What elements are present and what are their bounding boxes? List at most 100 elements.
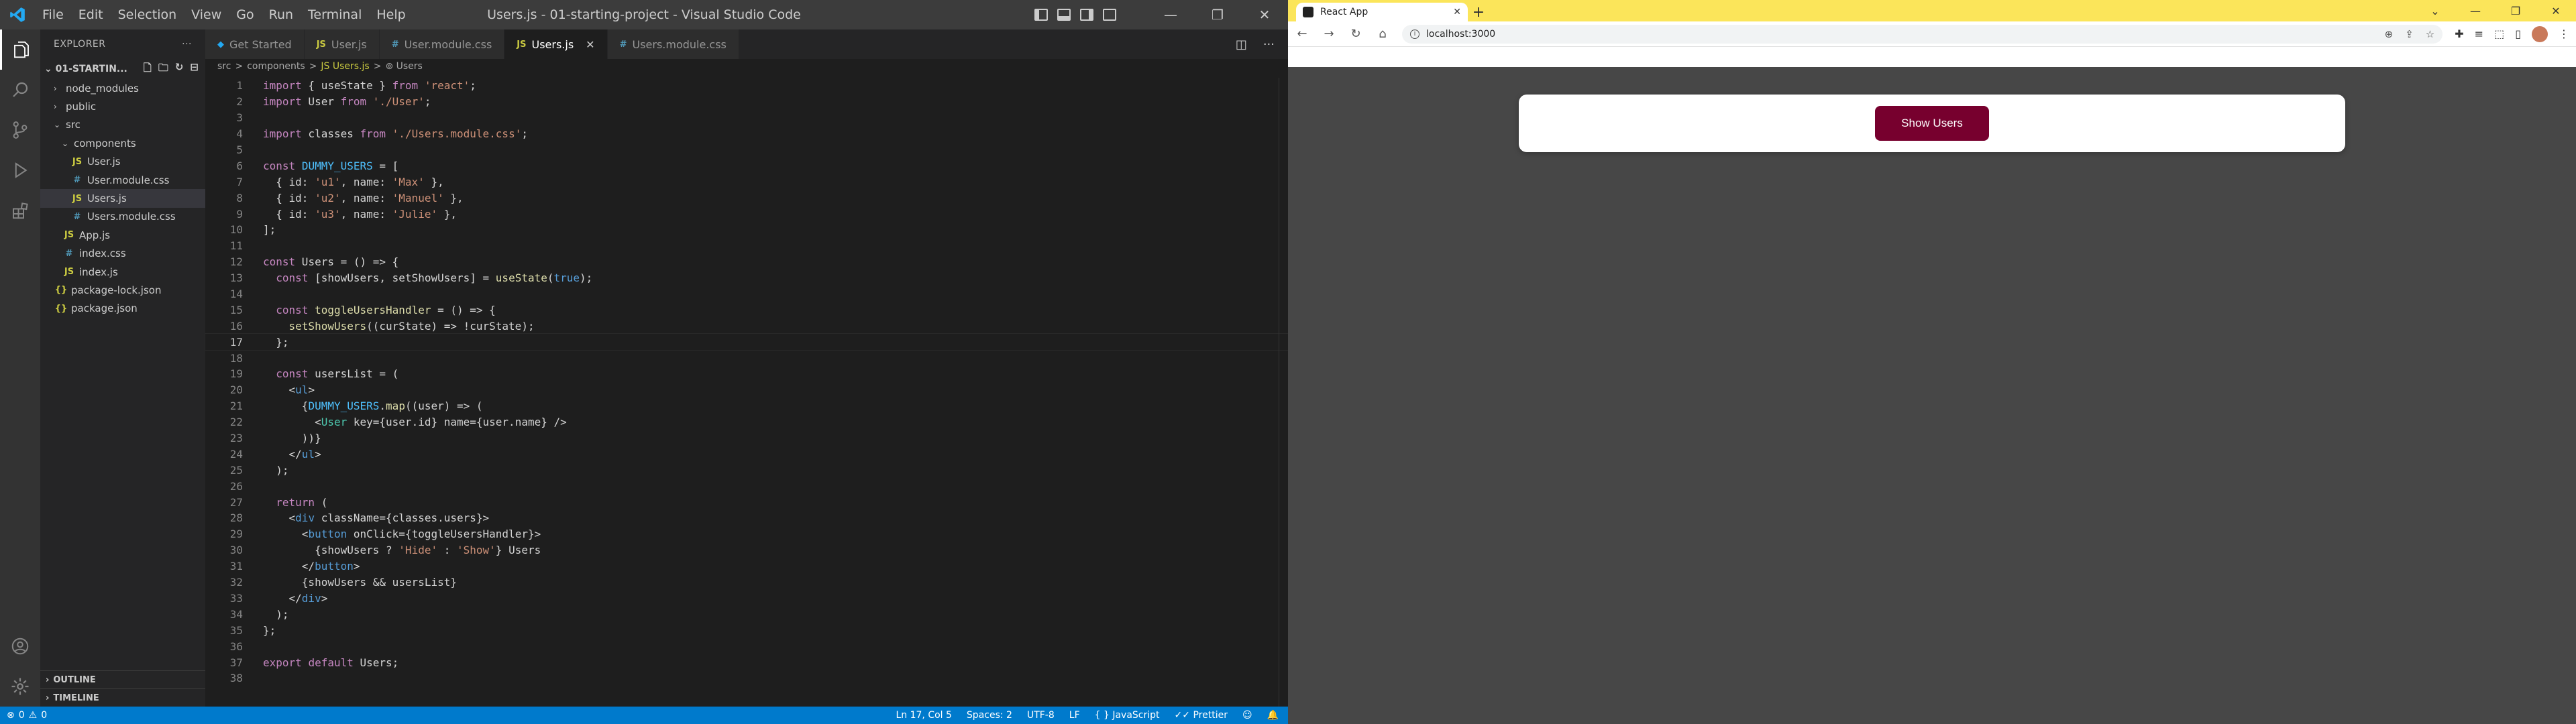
toggle-sidebar-icon[interactable] <box>1034 9 1048 21</box>
code-line[interactable]: 18 <box>205 350 1288 366</box>
close-tab-icon[interactable]: ✕ <box>586 38 594 51</box>
show-users-button[interactable]: Show Users <box>1875 106 1989 141</box>
browser-tab-react-app[interactable]: React App ✕ <box>1296 3 1468 21</box>
code-line[interactable]: 4 import classes from './Users.module.css… <box>205 126 1288 142</box>
share-icon[interactable]: ⇪ <box>2405 28 2414 40</box>
code-line[interactable]: 14 <box>205 286 1288 302</box>
menu-go[interactable]: Go <box>229 0 261 29</box>
prettier-status[interactable]: ✓✓ Prettier <box>1175 710 1228 721</box>
extensions-icon[interactable] <box>0 190 40 231</box>
menu-run[interactable]: Run <box>262 0 301 29</box>
breadcrumb-components[interactable]: components <box>247 61 305 72</box>
code-line[interactable]: 32 {showUsers && usersList} <box>205 575 1288 591</box>
code-line[interactable]: 27 return ( <box>205 494 1288 510</box>
code-line[interactable]: 29 <button onClick={toggleUsersHandler}> <box>205 526 1288 542</box>
code-line[interactable]: 12 const Users = () => { <box>205 254 1288 270</box>
tree-folder[interactable]: › public <box>40 97 205 115</box>
new-folder-icon[interactable]: 🗀 <box>158 61 168 78</box>
code-line[interactable]: 3 <box>205 110 1288 126</box>
extension-icon[interactable]: ⬚ <box>2494 27 2504 40</box>
breadcrumb-src[interactable]: src <box>217 61 231 72</box>
address-bar[interactable]: i localhost:3000 ⊕ ⇪ ☆ <box>1402 24 2443 44</box>
close-tab-icon[interactable]: ✕ <box>1453 7 1461 17</box>
code-line[interactable]: 37 export default Users; <box>205 654 1288 670</box>
tree-file[interactable]: {} package-lock.json <box>40 281 205 299</box>
minimize-icon[interactable]: — <box>1147 0 1194 29</box>
forward-arrow-icon[interactable]: → <box>1322 27 1336 41</box>
close-icon[interactable]: ✕ <box>1241 0 1288 29</box>
tab-get-started[interactable]: ◆ Get Started <box>205 29 305 59</box>
profile-avatar[interactable] <box>2532 25 2548 42</box>
cursor-position[interactable]: Ln 17, Col 5 <box>896 710 951 721</box>
timeline-section[interactable]: › TIMELINE <box>40 688 205 707</box>
more-actions-icon[interactable]: ··· <box>1263 38 1275 52</box>
split-editor-icon[interactable]: ◫ <box>1236 38 1247 52</box>
new-tab-icon[interactable]: + <box>1468 3 1489 21</box>
refresh-icon[interactable]: ↻ <box>175 61 184 78</box>
tree-file[interactable]: # User.module.css <box>40 171 205 189</box>
tree-file[interactable]: JS App.js <box>40 226 205 244</box>
accounts-icon[interactable] <box>0 626 40 666</box>
code-line[interactable]: 33 </div> <box>205 591 1288 607</box>
toggle-panel-icon[interactable] <box>1057 9 1071 21</box>
code-line[interactable]: 20 <ul> <box>205 382 1288 398</box>
toggle-secondary-sidebar-icon[interactable] <box>1080 9 1093 21</box>
tab-user-module-css[interactable]: # User.module.css <box>379 29 505 59</box>
tree-folder[interactable]: ⌄ components <box>40 134 205 152</box>
more-actions-icon[interactable]: ··· <box>182 39 192 50</box>
chevron-down-icon[interactable]: ⌄ <box>2415 0 2455 21</box>
menu-selection[interactable]: Selection <box>111 0 184 29</box>
language-mode[interactable]: { } JavaScript <box>1095 710 1160 721</box>
code-line[interactable]: 35}; <box>205 622 1288 638</box>
menu-file[interactable]: File <box>35 0 71 29</box>
reload-icon[interactable]: ↻ <box>1348 27 1363 41</box>
code-line[interactable]: 8 { id: 'u2', name: 'Manuel' }, <box>205 190 1288 206</box>
project-header[interactable]: ⌄ 01-STARTIN... 🗋 🗀 ↻ ⊟ <box>40 59 205 79</box>
extension-puzzle-icon[interactable]: ✚ <box>2455 27 2463 40</box>
breadcrumb-file[interactable]: JS Users.js <box>321 61 369 72</box>
indentation[interactable]: Spaces: 2 <box>967 710 1012 721</box>
menu-edit[interactable]: Edit <box>71 0 111 29</box>
code-line[interactable]: 31 </button> <box>205 558 1288 575</box>
site-info-icon[interactable]: i <box>1410 29 1419 39</box>
code-line[interactable]: 17 }; <box>205 333 1289 351</box>
back-arrow-icon[interactable]: ← <box>1295 27 1309 41</box>
code-line[interactable]: 23 ))} <box>205 430 1288 446</box>
tree-file[interactable]: JS Users.js <box>40 189 205 208</box>
editor-scrollbar[interactable] <box>1279 78 1288 707</box>
tree-file[interactable]: JS index.js <box>40 263 205 281</box>
problems-indicator[interactable]: ⊗ 0 ⚠ 0 <box>0 710 47 721</box>
tab-user-js[interactable]: JS User.js <box>304 29 380 59</box>
breadcrumb-symbol[interactable]: ⊚ Users <box>385 61 422 72</box>
code-line[interactable]: 36 <box>205 638 1288 654</box>
feedback-icon[interactable]: ☺ <box>1242 710 1252 721</box>
tree-folder[interactable]: ⌄ src <box>40 116 205 134</box>
code-line[interactable]: 28 <div className={classes.users}> <box>205 510 1288 526</box>
code-line[interactable]: 30 {showUsers ? 'Hide' : 'Show'} Users <box>205 542 1288 558</box>
menu-help[interactable]: Help <box>369 0 413 29</box>
code-line[interactable]: 1 import { useState } from 'react'; <box>205 78 1288 94</box>
code-line[interactable]: 10]; <box>205 222 1288 238</box>
code-line[interactable]: 19 const usersList = ( <box>205 366 1288 382</box>
code-line[interactable]: 26 <box>205 478 1288 494</box>
tab-users-js[interactable]: JS Users.js ✕ <box>504 29 608 59</box>
tab-users-module-css[interactable]: # Users.module.css <box>607 29 739 59</box>
menu-view[interactable]: View <box>184 0 229 29</box>
code-editor[interactable]: 1 import { useState } from 'react'; 2 impor… <box>205 78 1289 686</box>
new-file-icon[interactable]: 🗋 <box>144 61 152 78</box>
code-line[interactable]: 25 ); <box>205 462 1288 478</box>
code-line[interactable]: 13 const [showUsers, setShowUsers] = use… <box>205 270 1288 286</box>
code-line[interactable]: 9 { id: 'u3', name: 'Julie' }, <box>205 206 1288 222</box>
code-line[interactable]: 5 <box>205 142 1288 158</box>
code-line[interactable]: 24 </ul> <box>205 446 1288 462</box>
notifications-bell-icon[interactable]: 🔔 <box>1267 710 1279 721</box>
restore-icon[interactable]: ❐ <box>2496 0 2536 21</box>
code-line[interactable]: 38 <box>205 670 1288 686</box>
restore-icon[interactable]: ❐ <box>1194 0 1241 29</box>
encoding[interactable]: UTF-8 <box>1027 710 1055 721</box>
tree-file[interactable]: # index.css <box>40 245 205 263</box>
code-line[interactable]: 11 <box>205 238 1288 254</box>
code-line[interactable]: 34 ); <box>205 606 1288 622</box>
tree-file[interactable]: {} package.json <box>40 300 205 318</box>
collapse-all-icon[interactable]: ⊟ <box>190 61 199 78</box>
